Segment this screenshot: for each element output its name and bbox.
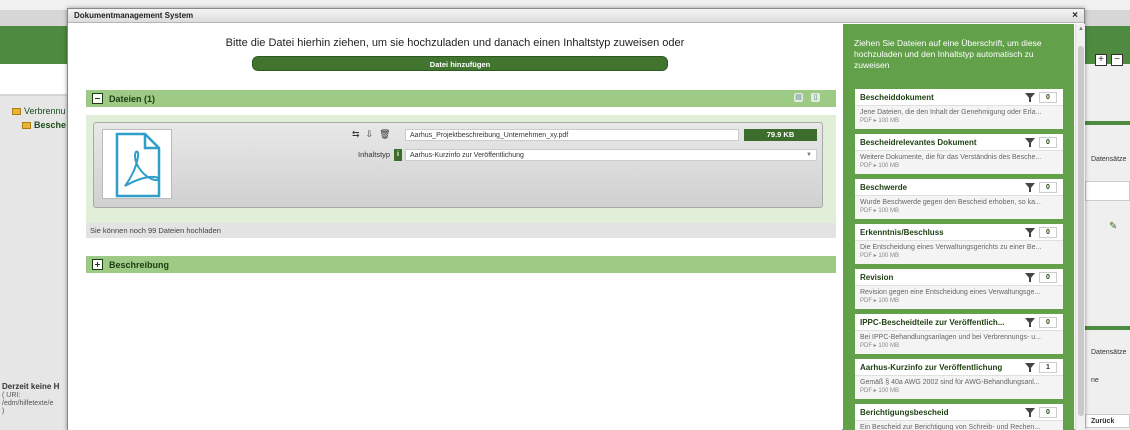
content-type-limits: PDF ▸ 100 MB: [860, 298, 900, 304]
content-type-dropzone[interactable]: Aarhus-Kurzinfo zur Veröffentlichung 1 Gem…: [855, 359, 1063, 399]
move-icon[interactable]: ⇆: [352, 129, 360, 140]
content-type-limits: PDF ▸ 100 MB: [860, 343, 900, 349]
edit-pencil-icon[interactable]: ✎: [1109, 221, 1117, 232]
file-item: ⇆ ⇩ 🗑 Aarhus_Projektbeschreibung_Unterne…: [93, 122, 823, 208]
sidebar-hint: Ziehen Sie Dateien auf eine Überschrift,…: [854, 38, 1042, 70]
file-count-badge: 0: [1039, 272, 1057, 283]
dialog-title: Dokumentmanagement System: [74, 11, 194, 20]
background-right-header: [1085, 26, 1130, 64]
chevron-down-icon: ▼: [806, 152, 812, 158]
content-type-title[interactable]: Bescheidrelevantes Dokument 0: [855, 134, 1063, 151]
trash-icon[interactable]: 🗑: [379, 129, 390, 140]
document-management-dialog: Dokumentmanagement System × Bitte die Da…: [67, 8, 1085, 430]
sidebar-scrollbar[interactable]: ▲: [1075, 24, 1085, 430]
folder-icon: [12, 107, 21, 115]
help-footer: Derzeit keine H ( URI: /edm/hilfetexte/e…: [2, 382, 60, 416]
file-count-badge: 0: [1039, 137, 1057, 148]
content-type-dropzone[interactable]: Bescheiddokument 0 Jene Dateien, die den I…: [855, 89, 1063, 129]
upload-hint: Bitte die Datei hierhin ziehen, um sie h…: [225, 37, 685, 49]
content-type-limits: PDF ▸ 100 MB: [860, 118, 900, 124]
content-type-sidebar: Ziehen Sie Dateien auf eine Überschrift,…: [843, 24, 1074, 430]
background-sidebar: [0, 96, 68, 430]
file-count-badge: 0: [1039, 182, 1057, 193]
content-type-title[interactable]: IPPC-Bescheidteile zur Veröffentlich... 0: [855, 314, 1063, 331]
file-actions: ⇆ ⇩ 🗑: [352, 129, 391, 140]
content-type-description: Ein Bescheid zur Berichtigung von Schrei…: [860, 424, 1041, 430]
folder-icon: [22, 121, 31, 129]
content-type-title[interactable]: Berichtigungsbescheid 0: [855, 404, 1063, 421]
file-name-field[interactable]: Aarhus_Projektbeschreibung_Unternehmen_x…: [405, 129, 739, 141]
content-type-dropzone[interactable]: Beschwerde 0 Wurde Beschwerde gegen den Be…: [855, 179, 1063, 219]
files-section-header[interactable]: Dateien (1) ▤ ▯: [86, 90, 836, 107]
content-type-dropzone[interactable]: Erkenntnis/Beschluss 0 Die Entscheidung ei…: [855, 224, 1063, 264]
background-header: [0, 26, 68, 64]
filter-icon[interactable]: [1025, 363, 1035, 372]
collapse-icon[interactable]: −: [1111, 54, 1123, 66]
file-count-badge: 1: [1039, 362, 1057, 373]
file-count-badge: 0: [1039, 92, 1057, 103]
expand-icon[interactable]: [92, 259, 103, 270]
content-type-title[interactable]: Revision 0: [855, 269, 1063, 286]
content-type-dropzone[interactable]: Berichtigungsbescheid 0 Ein Bescheid zur B…: [855, 404, 1063, 430]
files-list: ⇆ ⇩ 🗑 Aarhus_Projektbeschreibung_Unterne…: [86, 115, 836, 223]
content-type-title[interactable]: Aarhus-Kurzinfo zur Veröffentlichung 1: [855, 359, 1063, 376]
filter-icon[interactable]: [1025, 273, 1035, 282]
document-icon[interactable]: ▯: [811, 93, 820, 102]
scrollbar-thumb[interactable]: [1078, 46, 1084, 416]
background-right-panel: + − Datensätze ✎ Datensätze ne Zurück: [1085, 26, 1130, 430]
filter-icon[interactable]: [1025, 183, 1035, 192]
filter-icon[interactable]: [1025, 138, 1035, 147]
content-type-limits: PDF ▸ 100 MB: [860, 388, 900, 394]
pdf-file-icon: [102, 129, 172, 199]
file-count-badge: 0: [1039, 407, 1057, 418]
filter-icon[interactable]: [1025, 93, 1035, 102]
background-subheader: [0, 64, 68, 94]
file-size-badge: 79.9 KB: [744, 129, 817, 141]
remaining-uploads-text: Sie können noch 99 Dateien hochladen: [86, 223, 836, 238]
content-type-description: Bei IPPC-Behandlungsanlagen und bei Verb…: [860, 334, 1041, 341]
back-button[interactable]: Zurück: [1091, 418, 1114, 425]
download-icon[interactable]: ⇩: [366, 129, 374, 140]
add-file-button[interactable]: Datei hinzufügen: [252, 56, 668, 71]
description-section-title: Beschreibung: [109, 259, 170, 270]
content-type-description: Weitere Dokumente, die für das Verständn…: [860, 154, 1042, 161]
content-type-description: Wurde Beschwerde gegen den Bescheid erho…: [860, 199, 1041, 206]
close-icon[interactable]: ×: [1072, 10, 1078, 21]
content-type-limits: PDF ▸ 100 MB: [860, 163, 900, 169]
files-section-title: Dateien (1): [109, 93, 156, 104]
filter-icon[interactable]: [1025, 228, 1035, 237]
file-count-badge: 0: [1039, 317, 1057, 328]
content-type-description: Jene Dateien, die den Inhalt der Genehmi…: [860, 109, 1042, 116]
content-type-limits: PDF ▸ 100 MB: [860, 253, 900, 259]
print-icon[interactable]: ▤: [794, 93, 803, 102]
content-type-title[interactable]: Erkenntnis/Beschluss 0: [855, 224, 1063, 241]
content-type-limits: PDF ▸ 100 MB: [860, 208, 900, 214]
filter-icon[interactable]: [1025, 318, 1035, 327]
scroll-up-icon[interactable]: ▲: [1078, 26, 1084, 32]
file-count-badge: 0: [1039, 227, 1057, 238]
tree-item-verbrennung[interactable]: Verbrennu: [12, 106, 66, 116]
expand-icon[interactable]: +: [1095, 54, 1107, 66]
content-type-label: Inhaltstyp: [358, 150, 391, 159]
collapse-icon[interactable]: [92, 93, 103, 104]
content-type-dropzone[interactable]: Revision 0 Revision gegen eine Entscheidun…: [855, 269, 1063, 309]
content-type-description: Revision gegen eine Entscheidung eines V…: [860, 289, 1041, 296]
filter-icon[interactable]: [1025, 408, 1035, 417]
upload-area[interactable]: Bitte die Datei hierhin ziehen, um sie h…: [68, 24, 842, 430]
content-type-dropzone[interactable]: IPPC-Bescheidteile zur Veröffentlich... 0…: [855, 314, 1063, 354]
tree-item-bescheid[interactable]: Besche: [22, 120, 66, 130]
dialog-titlebar: Dokumentmanagement System ×: [68, 9, 1084, 23]
info-icon[interactable]: i: [394, 149, 402, 161]
description-section-header[interactable]: Beschreibung: [86, 256, 836, 273]
content-type-title[interactable]: Beschwerde 0: [855, 179, 1063, 196]
content-type-description: Die Entscheidung eines Verwaltungsgerich…: [860, 244, 1042, 251]
content-type-dropzone[interactable]: Bescheidrelevantes Dokument 0 Weitere Doku…: [855, 134, 1063, 174]
content-type-select[interactable]: Aarhus-Kurzinfo zur Veröffentlichung ▼: [405, 149, 817, 161]
content-type-title[interactable]: Bescheiddokument 0: [855, 89, 1063, 106]
content-type-description: Gemäß § 40a AWG 2002 sind für AWG-Behand…: [860, 379, 1040, 386]
